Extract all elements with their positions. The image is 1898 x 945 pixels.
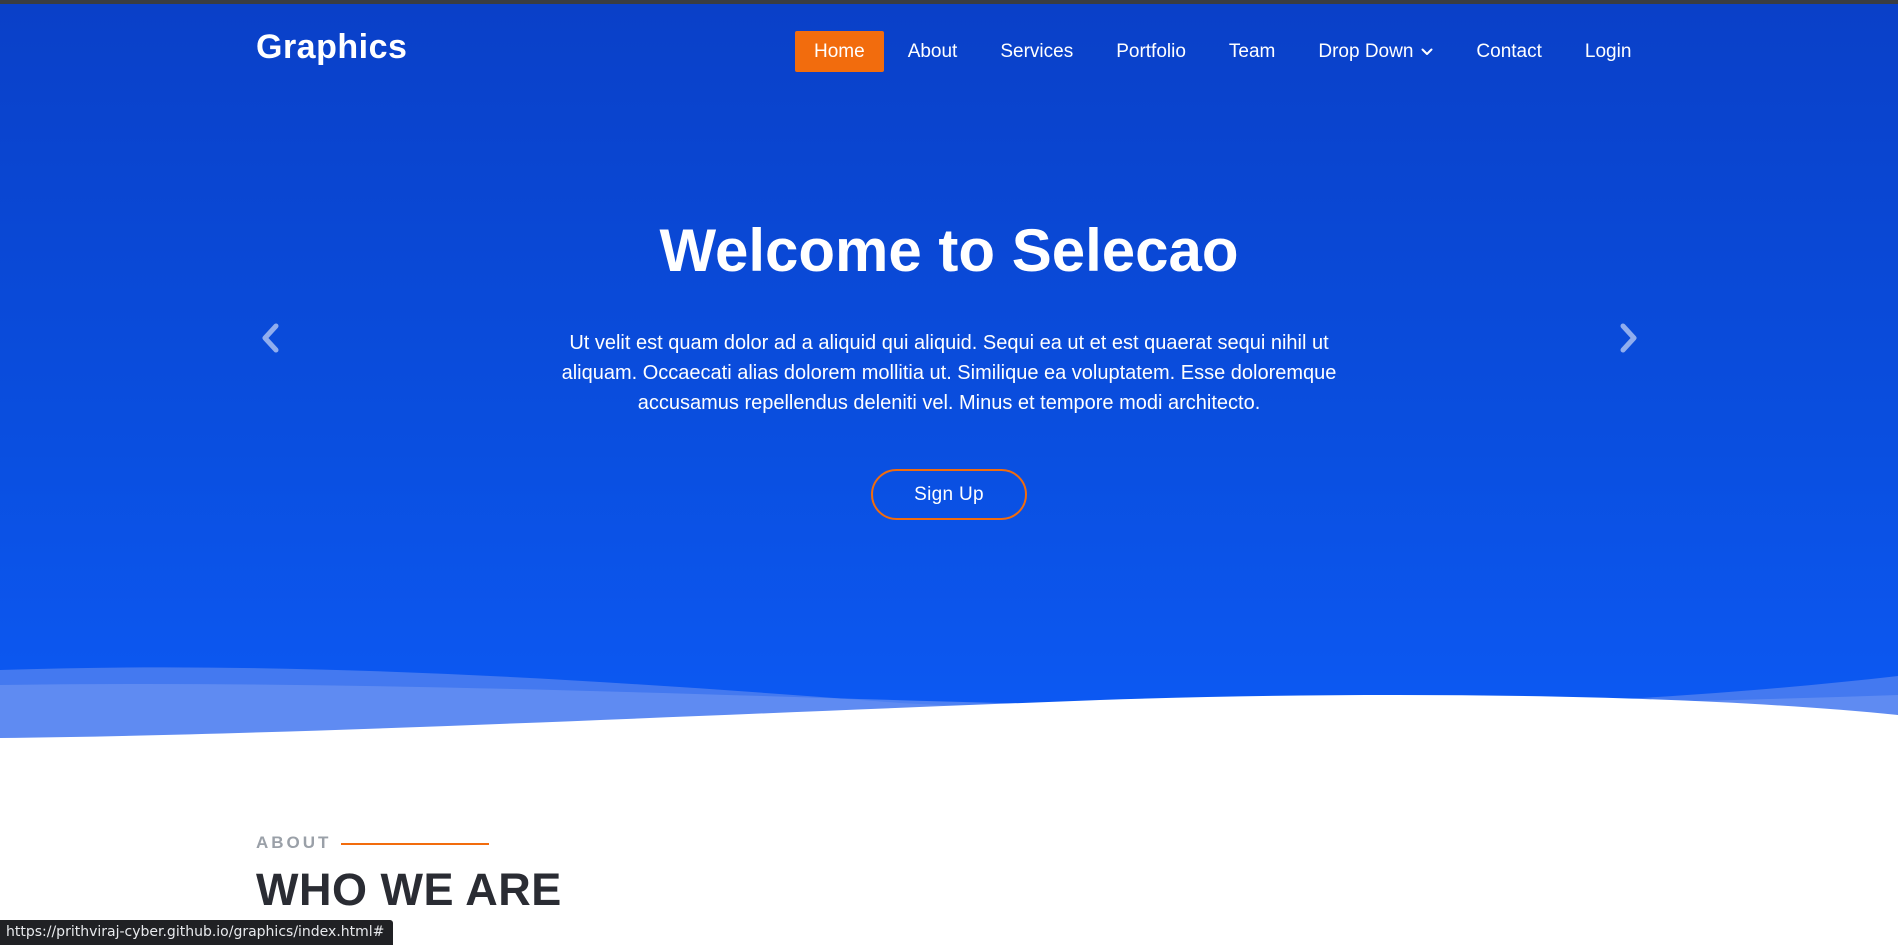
about-title: WHO WE ARE	[256, 864, 562, 915]
about-kicker-divider	[341, 843, 489, 845]
nav-item-services[interactable]: Services	[981, 31, 1092, 72]
carousel-prev-button[interactable]	[256, 320, 286, 356]
nav-item-contact[interactable]: Contact	[1457, 31, 1560, 72]
site-logo[interactable]: Graphics	[256, 28, 407, 67]
hero-title: Welcome to Selecao	[659, 217, 1239, 284]
nav-item-login[interactable]: Login	[1566, 31, 1651, 72]
nav-item-team[interactable]: Team	[1210, 31, 1294, 72]
browser-status-url: https://prithviraj-cyber.github.io/graph…	[0, 920, 394, 945]
about-kicker: ABOUT	[256, 833, 332, 852]
chevron-right-icon	[1620, 323, 1637, 353]
hero-wave-divider	[0, 667, 1898, 760]
nav-item-dropdown-label: Drop Down	[1318, 41, 1414, 62]
chevron-left-icon	[262, 323, 279, 353]
nav-item-about[interactable]: About	[889, 31, 977, 72]
main-nav: Home About Services Portfolio Team Drop …	[795, 31, 1655, 72]
nav-item-dropdown[interactable]: Drop Down	[1299, 31, 1452, 72]
hero-section: Graphics Home About Services Portfolio T…	[0, 4, 1898, 745]
nav-item-portfolio[interactable]: Portfolio	[1097, 31, 1205, 72]
chevron-down-icon	[1421, 48, 1433, 55]
hero-description: Ut velit est quam dolor ad a aliquid qui…	[561, 332, 1337, 414]
nav-item-home[interactable]: Home	[795, 31, 884, 72]
carousel-next-button[interactable]	[1613, 320, 1643, 356]
sign-up-button[interactable]: Sign Up	[871, 469, 1027, 520]
